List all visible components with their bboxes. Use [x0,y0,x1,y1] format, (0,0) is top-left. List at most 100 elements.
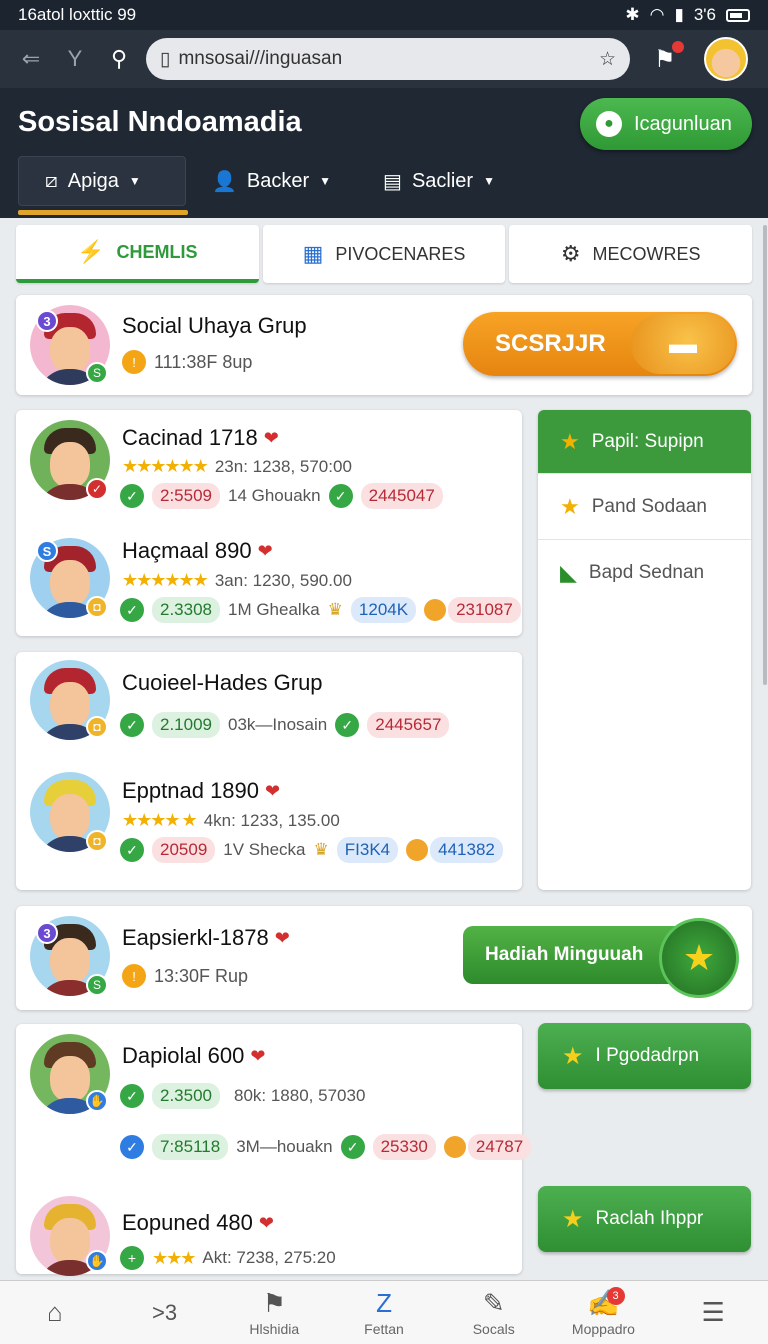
rank-badge: S [36,540,58,562]
tab-pivocenares[interactable]: ▦ PIVOCENARES [262,225,506,283]
filter-icon[interactable]: Y [58,46,92,72]
chat-icon: ● [596,111,622,137]
forward-icon: >3 [152,1299,178,1325]
card-name: Haçmaal 890 ❤ [122,538,273,563]
nav-forward[interactable]: >3 [110,1281,220,1344]
chevron-down-icon: ▼ [128,174,141,188]
search-icon[interactable]: ⚲ [102,46,136,72]
stat-text: 1V Shecka [223,840,306,859]
bluetooth-icon: ✱ [625,5,640,24]
stat-pill: 2.1009 [152,712,220,738]
side-action-button-1[interactable]: ★ I Pgodadrpn [538,1023,751,1089]
back-icon[interactable]: ⇐ [14,46,48,72]
side-action-button-2[interactable]: ★ Raclah Ihppr [538,1186,751,1252]
stat-pill: 7:85118 [152,1134,229,1160]
check-icon: ✓ [120,598,144,622]
heart-icon: ❤ [258,1212,274,1233]
plus-icon: + [120,1246,144,1270]
app-header: Sosisal Nndoamadia ● Icagunluan ⧄ Apiga … [0,88,768,218]
nav-label: Socals [472,1321,515,1337]
hand-badge: ✋ [86,1250,108,1272]
trophy-icon: ♛ [313,840,329,859]
stat-pill: 2445047 [360,483,443,509]
side-item-bapd[interactable]: ◣ Bapd Sednan [538,540,751,606]
stat-pill: 441382 [430,837,503,863]
flag-icon: ⚑ [262,1288,286,1318]
nav-fettan[interactable]: Z Fettan [329,1281,439,1344]
menu-tab-backer[interactable]: 👤 Backer ▼ [186,156,357,206]
nav-label: Fettan [364,1321,404,1337]
header-action-button[interactable]: ● Icagunluan [580,98,752,150]
rating-stars: ★★★★★★ [122,570,209,590]
person-icon: 👤 [212,170,237,193]
nav-hlshidia[interactable]: ⚑ Hlshidia [219,1281,329,1344]
rank-badge: 3 [36,310,58,332]
menu-tab-label: Apiga [67,169,119,192]
notification-flag-icon[interactable]: ⚑ [654,40,684,74]
nav-menu[interactable]: ☰ [658,1281,768,1344]
card-name: Cuoieel-Hades Grup [122,670,323,695]
scrollbar[interactable] [763,225,767,685]
side-panel: ★ Papil: Supipn ★ Pand Sodaan ◣ Bapd Sed… [538,410,751,890]
coin-icon: ! [122,350,146,374]
coin-icon [406,839,429,861]
lock-badge: ◘ [86,716,108,738]
rating-stars: ★★★★★★ [122,456,209,476]
side-item-label: Papil: Supipn [591,430,704,452]
lock-icon: ▯ [160,48,171,70]
reward-button[interactable]: Hadiah Minguuah ★ [463,918,739,998]
star-icon: ★ [562,1205,584,1233]
star-icon: ★ [562,1042,584,1070]
heart-icon: ❤ [274,927,290,948]
tab-mecowres[interactable]: ⚙ MECOWRES [509,225,753,283]
check-icon: ✓ [120,1084,144,1108]
star-icon: ★ [659,918,739,998]
check-icon: ✓ [335,713,360,737]
trophy-icon: ♛ [327,600,343,619]
menu-tabs: ⧄ Apiga ▼ 👤 Backer ▼ ▤ Saclier ▼ [18,156,521,206]
stat-pill: 25330 [372,1134,436,1160]
wifi-icon: ◠ [649,5,665,24]
bottom-nav: ⌂ >3 ⚑ Hlshidia Z Fettan ✎ Socals ✍ 3 Mo… [0,1280,768,1344]
tab-label: PIVOCENARES [335,243,466,264]
menu-tab-saclier[interactable]: ▤ Saclier ▼ [357,156,521,206]
stat-text: 14 Ghouakn [228,486,321,505]
orange-action-label: SCSRJJR [495,330,606,357]
tab-chemlis[interactable]: ⚡ CHEMLIS [16,225,259,283]
check-icon: ✓ [120,838,144,862]
tab-label: MECOWRES [592,243,701,264]
card-name: Epptnad 1890 ❤ [122,778,281,803]
side-item-pand[interactable]: ★ Pand Sodaan [538,474,751,540]
signal-icon: ▮ [674,5,684,24]
battery-text: 3'6 [693,5,716,24]
stat-pill: 2445657 [367,712,450,738]
card-subtext: 13:30F Rup [154,965,249,986]
orange-action-button[interactable]: SCSRJJR ▬ [463,312,737,376]
nav-home[interactable]: ⌂ [0,1281,110,1344]
side-action-label: Raclah Ihppr [595,1208,704,1229]
notification-dot [671,40,684,53]
heart-icon: ❤ [263,427,279,448]
home-icon: ⌂ [47,1297,63,1327]
stat-text: 3M—houakn [236,1137,333,1156]
stat-pill: 231087 [448,597,521,623]
leaf-icon: ◣ [560,560,577,585]
stat-pill: 20509 [152,837,216,863]
chart-icon: ⧄ [45,169,58,192]
tab-label: CHEMLIS [116,241,198,262]
card-subtext: 111:38F 8up [154,351,253,372]
url-text[interactable]: mnsosai///inguasan [178,48,590,70]
nav-moppadro[interactable]: ✍ 3 Moppadro [549,1281,659,1344]
card-name: Eapsierkl-1878 ❤ [122,925,290,950]
side-item-papil[interactable]: ★ Papil: Supipn [538,410,751,474]
url-bar[interactable]: ▯ mnsosai///inguasan ☆ [146,38,630,80]
gear-icon: ⚙ [560,241,581,266]
stat-pill: 2.3500 [152,1083,220,1109]
menu-tab-apiga[interactable]: ⧄ Apiga ▼ [18,156,186,206]
stat-pill: FI3K4 [336,837,399,863]
bookmark-star-icon[interactable]: ☆ [599,48,616,71]
lock-badge: ◘ [86,596,108,618]
nav-socals[interactable]: ✎ Socals [439,1281,549,1344]
user-avatar[interactable] [704,37,748,81]
card-icon: ▤ [383,170,402,193]
